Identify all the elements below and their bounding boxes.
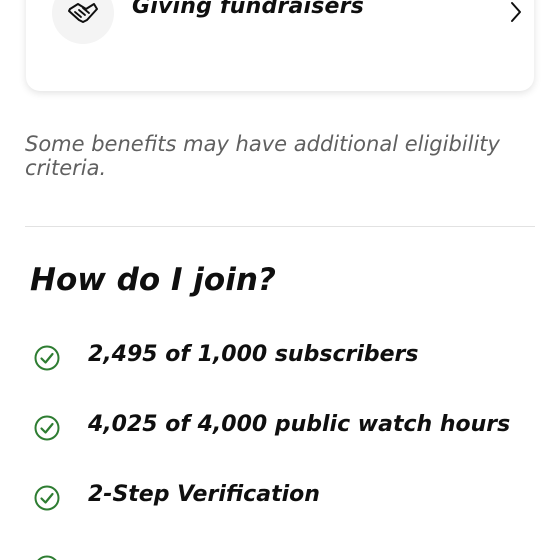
giving-fundraisers-row[interactable]: Giving fundraisers [26,0,534,84]
requirement-subscribers: 2,495 of 1,000 subscribers [0,338,560,378]
chevron-right-icon [511,2,521,22]
giving-fundraisers-label: Giving fundraisers [132,0,364,19]
benefit-card: Giving fundraisers [26,0,534,91]
eligibility-note: Some benefits may have additional eligib… [25,132,500,180]
handshake-heart-icon [52,0,114,44]
check-circle-icon [34,485,60,511]
check-circle-icon [37,555,57,560]
page: Giving fundraisers Some benefits may hav… [0,0,560,560]
section-divider [25,226,535,227]
requirement-2-step-verification: 2-Step Verification [0,478,560,518]
requirement-text: 2,495 of 1,000 subscribers [88,342,419,367]
check-circle-icon [34,345,60,371]
requirement-partial [0,548,560,560]
requirement-text: 4,025 of 4,000 public watch hours [88,412,511,437]
check-circle-icon [34,415,60,441]
how-to-join-heading: How do I join? [30,262,276,298]
requirement-text: 2-Step Verification [88,482,320,507]
requirement-watch-hours: 4,025 of 4,000 public watch hours [0,408,560,448]
